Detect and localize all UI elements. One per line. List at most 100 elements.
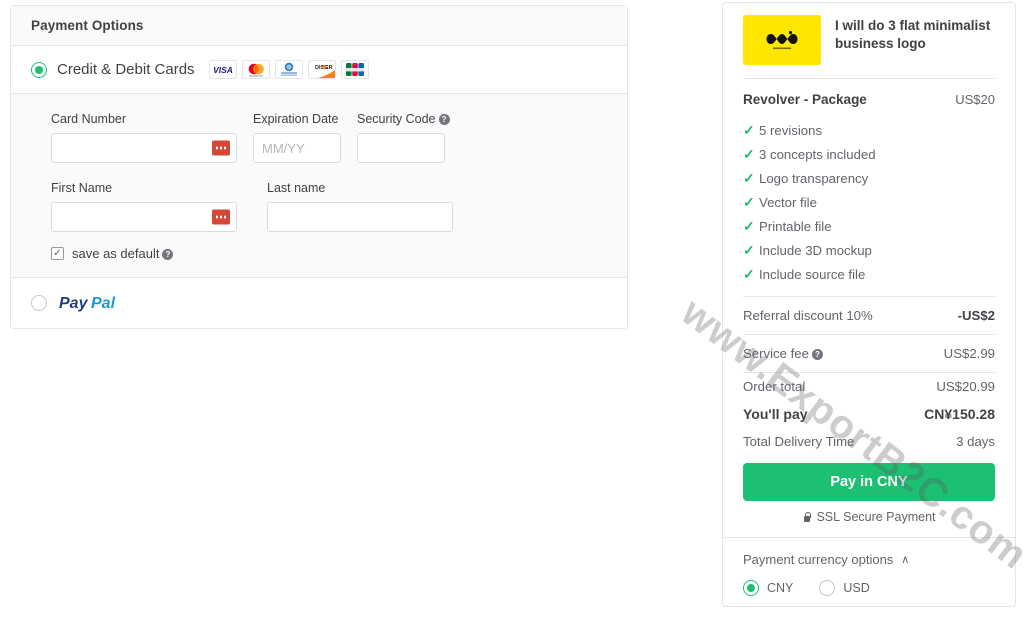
ssl-secure-payment-note: SSL Secure Payment: [743, 501, 995, 537]
charge-value: US$2.99: [943, 346, 995, 361]
service-fee-section: Service fee? US$2.99: [743, 334, 995, 372]
charges-section: Referral discount 10% -US$2: [743, 296, 995, 334]
radio-cny[interactable]: [743, 580, 759, 596]
first-name-field-group: First Name: [51, 181, 237, 232]
card-number-label: Card Number: [51, 112, 127, 126]
feature-list: ✓ 5 revisions ✓ 3 concepts included ✓ Lo…: [743, 118, 995, 296]
help-icon-save-default[interactable]: ?: [162, 249, 174, 260]
charge-label: Service fee?: [743, 346, 823, 361]
gig-title: I will do 3 flat minimalist business log…: [835, 18, 991, 52]
help-icon-service-fee[interactable]: ?: [811, 349, 823, 360]
total-value: CN¥150.28: [924, 406, 995, 422]
total-value: 3 days: [956, 434, 995, 449]
svg-text:Pay: Pay: [59, 295, 89, 312]
infinity-logo-icon: [766, 30, 798, 50]
page-title: Payment Options: [31, 18, 144, 33]
lock-icon: [802, 512, 812, 523]
total-label: Total Delivery Time: [743, 434, 855, 449]
charge-value: -US$2: [957, 308, 995, 323]
list-item: ✓ Include source file: [743, 262, 995, 286]
feature-label: Printable file: [759, 218, 832, 234]
charge-label-text: Service fee: [743, 346, 809, 361]
payment-method-label-credit-card: Credit & Debit Cards: [57, 61, 195, 78]
visa-icon: VISA: [208, 60, 237, 79]
card-number-input[interactable]: [51, 133, 237, 163]
svg-text:Pal: Pal: [91, 295, 116, 312]
security-code-label: Security Code?: [357, 112, 450, 126]
save-as-default-row[interactable]: ✓ save as default?: [51, 246, 587, 261]
currency-option-usd[interactable]: USD: [819, 580, 870, 596]
list-item: ✓ Vector file: [743, 190, 995, 214]
gig-thumbnail: [743, 15, 821, 65]
currency-option-label: CNY: [767, 581, 794, 595]
total-value: US$20.99: [936, 379, 995, 394]
feature-label: 5 revisions: [759, 122, 823, 138]
security-code-input[interactable]: [357, 133, 445, 163]
chevron-up-icon[interactable]: ∧: [901, 553, 909, 566]
list-item: ✓ 5 revisions: [743, 118, 995, 142]
package-price: US$20: [955, 92, 995, 107]
list-item: ✓ Include 3D mockup: [743, 238, 995, 262]
feature-label: 3 concepts included: [759, 146, 876, 162]
total-row-youll-pay: You'll pay CN¥150.28: [743, 400, 995, 428]
amex-icon: [274, 60, 303, 79]
package-row: Revolver - Package US$20: [743, 79, 995, 118]
expiration-date-label: Expiration Date: [253, 112, 339, 126]
security-code-label-text: Security Code: [357, 112, 436, 126]
payment-options-header: Payment Options: [11, 6, 627, 46]
total-row-delivery-time: Total Delivery Time 3 days: [743, 428, 995, 455]
radio-credit-card[interactable]: [31, 61, 47, 78]
radio-paypal[interactable]: [31, 295, 47, 311]
charge-row-referral-discount: Referral discount 10% -US$2: [743, 297, 995, 334]
payment-options-card: Payment Options Credit & Debit Cards VIS…: [10, 5, 628, 329]
checkout-page: Payment Options Credit & Debit Cards VIS…: [0, 0, 1024, 639]
currency-option-cny[interactable]: CNY: [743, 580, 793, 596]
expiration-date-input[interactable]: MM/YY: [253, 133, 341, 163]
last-name-field-group: Last name: [267, 181, 453, 232]
pay-button[interactable]: Pay in CNY: [743, 463, 995, 501]
payment-method-paypal[interactable]: Pay Pal PayPal: [11, 278, 627, 328]
last-name-label: Last name: [267, 181, 326, 195]
order-summary-panel: I will do 3 flat minimalist business log…: [722, 2, 1016, 607]
total-row-order-total: Order total US$20.99: [743, 373, 995, 400]
check-icon: ✓: [743, 265, 755, 282]
check-icon: ✓: [743, 145, 755, 162]
name-row: First Name Last name: [51, 181, 587, 232]
feature-label: Vector file: [759, 194, 817, 210]
currency-option-label: USD: [843, 581, 870, 595]
list-item: ✓ Printable file: [743, 214, 995, 238]
card-number-field-group: Card Number: [51, 112, 237, 163]
totals-section: Order total US$20.99 You'll pay CN¥150.2…: [743, 372, 995, 455]
feature-label: Include source file: [759, 266, 866, 282]
payment-currency-header[interactable]: Payment currency options ∧: [743, 552, 995, 567]
help-icon-security-code[interactable]: ?: [438, 114, 450, 125]
list-item: ✓ 3 concepts included: [743, 142, 995, 166]
total-label: Order total: [743, 379, 806, 394]
feature-label: Logo transparency: [759, 170, 869, 186]
gig-row[interactable]: I will do 3 flat minimalist business log…: [743, 3, 995, 65]
first-name-input[interactable]: [51, 202, 237, 232]
save-as-default-label-text: save as default: [72, 246, 160, 261]
order-summary-body: I will do 3 flat minimalist business log…: [723, 3, 1015, 537]
feature-label: Include 3D mockup: [759, 242, 872, 258]
radio-usd[interactable]: [819, 580, 836, 596]
payment-currency-label: Payment currency options: [743, 552, 894, 567]
discover-icon: DISC VER: [307, 60, 336, 79]
expiration-date-placeholder: MM/YY: [262, 140, 305, 156]
check-icon: ✓: [743, 169, 755, 186]
charge-row-service-fee: Service fee? US$2.99: [743, 335, 995, 372]
card-details-row: Card Number Expiration Date MM/YY Securi…: [51, 112, 587, 163]
paypal-logo-icon: Pay Pal: [59, 293, 131, 313]
payment-currency-options: CNY USD: [743, 580, 995, 596]
check-icon: ✓: [743, 121, 755, 138]
check-icon: ✓: [743, 217, 755, 234]
password-manager-icon-name[interactable]: [212, 209, 230, 225]
payment-method-credit-card[interactable]: Credit & Debit Cards VISA DISC VER: [11, 46, 627, 94]
last-name-input[interactable]: [267, 202, 453, 232]
password-manager-icon[interactable]: [212, 140, 230, 156]
save-as-default-checkbox[interactable]: ✓: [51, 247, 64, 260]
ssl-text: SSL Secure Payment: [816, 510, 936, 524]
expiration-date-field-group: Expiration Date MM/YY: [253, 112, 341, 163]
payment-currency-section: Payment currency options ∧ CNY USD: [723, 537, 1015, 606]
total-label: You'll pay: [743, 406, 808, 422]
